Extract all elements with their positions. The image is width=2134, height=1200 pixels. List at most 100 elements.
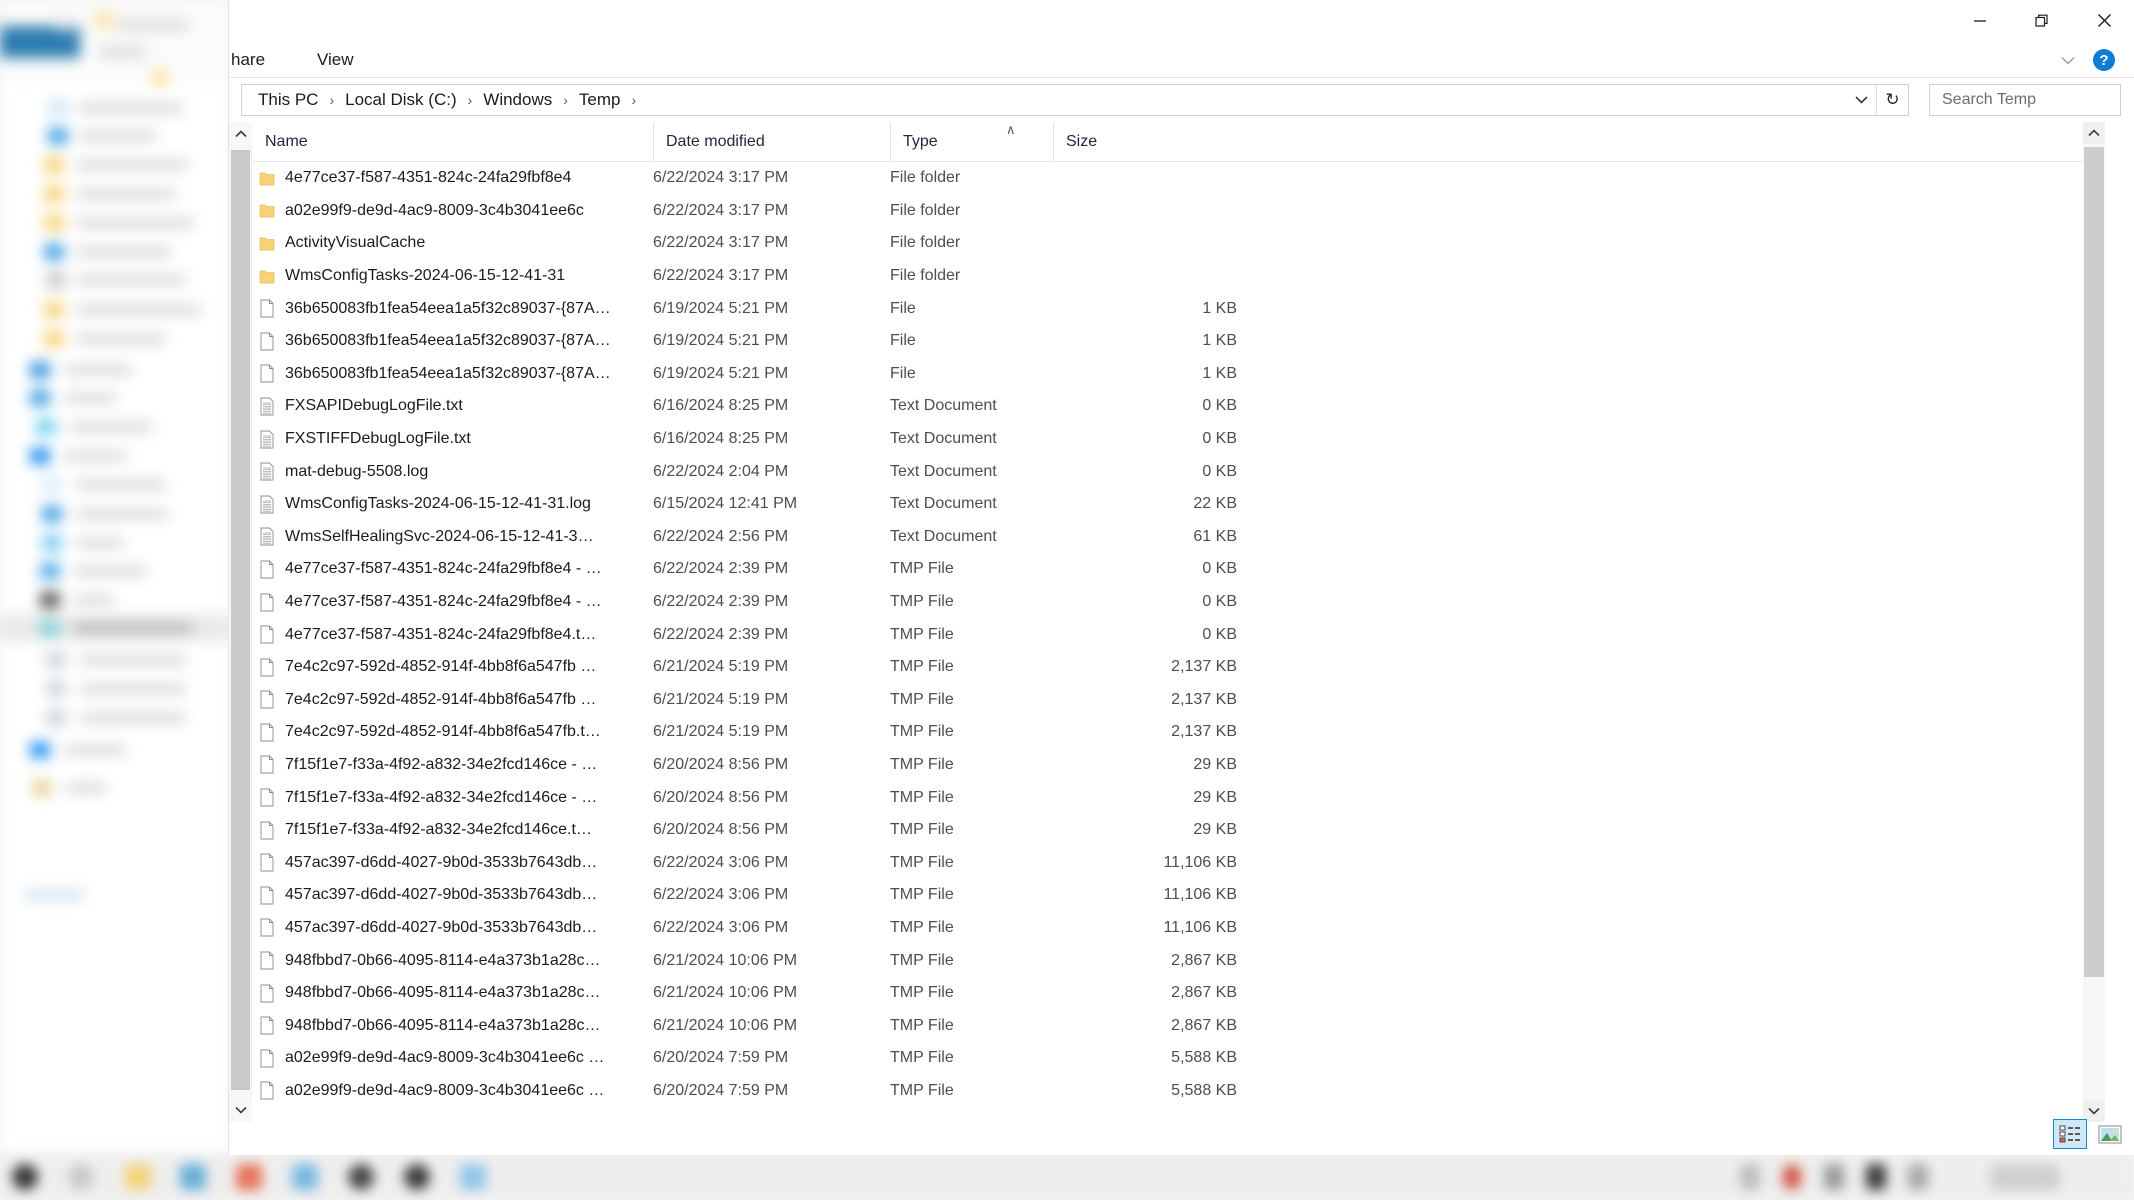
address-bar[interactable]: This PC › Local Disk (C:) › Windows › Temp › ↻ — [241, 84, 1909, 116]
breadcrumb-item-windows[interactable]: Windows — [479, 87, 556, 113]
file-name-cell: 948fbbd7-0b66-4095-8114-e4a373b1a28c… — [253, 1009, 641, 1042]
table-row[interactable]: 7e4c2c97-592d-4852-914f-4bb8f6a547fb.t… 6… — [253, 716, 2105, 749]
taskbar-search-icon — [68, 1164, 94, 1190]
file-size-cell: 1 KB — [1202, 332, 1237, 350]
details-view-button[interactable] — [2053, 1119, 2087, 1149]
ribbon-collapse-button[interactable] — [2057, 50, 2079, 70]
table-row[interactable]: 36b650083fb1fea54eea1a5f32c89037-{87A… 6/… — [253, 325, 2105, 358]
file-size-cell: 29 KB — [1193, 755, 1237, 773]
list-scroll-thumb[interactable] — [2084, 147, 2104, 977]
file-name-text: WmsSelfHealingSvc-2024-06-15-12-41-3… — [285, 527, 594, 545]
file-name-text: FXSAPIDebugLogFile.txt — [285, 397, 463, 415]
search-box[interactable] — [1929, 84, 2134, 116]
navigation-pane-scrollbar[interactable] — [229, 122, 252, 1122]
background-chip — [48, 100, 68, 116]
blank-file-icon — [260, 560, 274, 579]
file-date-cell: 6/21/2024 5:19 PM — [653, 658, 789, 676]
table-row[interactable]: 36b650083fb1fea54eea1a5f32c89037-{87A… 6/… — [253, 358, 2105, 391]
file-explorer-window: hare View ? This PC › Local Disk (C:) › Wind… — [228, 0, 2134, 1155]
table-row[interactable]: a02e99f9-de9d-4ac9-8009-3c4b3041ee6c 6/22… — [253, 195, 2105, 228]
file-name-text: WmsConfigTasks-2024-06-15-12-41-31.log — [285, 495, 591, 513]
file-name-text: 7e4c2c97-592d-4852-914f-4bb8f6a547fb.t… — [285, 723, 601, 741]
breadcrumb-item-this-pc[interactable]: This PC — [254, 87, 322, 113]
table-row[interactable]: WmsConfigTasks-2024-06-15-12-41-31 6/22/2… — [253, 260, 2105, 293]
breadcrumb-separator: › — [329, 92, 335, 108]
table-row[interactable]: WmsSelfHealingSvc-2024-06-15-12-41-3… 6/2… — [253, 521, 2105, 554]
large-icons-view-icon — [2098, 1125, 2122, 1143]
table-row[interactable]: 7f15f1e7-f33a-4f92-a832-34e2fcd146ce - …… — [253, 749, 2105, 782]
file-name-text: 36b650083fb1fea54eea1a5f32c89037-{87A… — [285, 332, 611, 350]
column-header-date-modified[interactable]: Date modified — [653, 122, 890, 162]
table-row[interactable]: 457ac397-d6dd-4027-9b0d-3533b7643db… 6/22… — [253, 846, 2105, 879]
file-name-cell: 948fbbd7-0b66-4095-8114-e4a373b1a28c… — [253, 977, 641, 1010]
table-row[interactable]: WmsConfigTasks-2024-06-15-12-41-31.log 6/… — [253, 488, 2105, 521]
table-row[interactable]: 4e77ce37-f587-4351-824c-24fa29fbf8e4 - …… — [253, 586, 2105, 619]
file-size-cell: 2,867 KB — [1171, 1016, 1237, 1034]
address-bar-row: This PC › Local Disk (C:) › Windows › Temp › ↻ — [229, 78, 2134, 122]
table-row[interactable]: FXSTIFFDebugLogFile.txt 6/16/2024 8:25 PM… — [253, 423, 2105, 456]
column-header-size[interactable]: Size — [1053, 122, 1248, 162]
refresh-button[interactable]: ↻ — [1876, 85, 1908, 115]
file-name-text: mat-debug-5508.log — [285, 462, 429, 480]
file-type-cell: TMP File — [890, 560, 954, 578]
column-headers: Name Date modified Type Size ∧ — [253, 122, 2105, 162]
background-chip — [40, 563, 60, 579]
background-blob — [76, 218, 194, 228]
background-blob — [76, 305, 201, 315]
background-chip — [42, 535, 62, 551]
tab-share[interactable]: hare — [219, 41, 277, 78]
list-scroll-up-button[interactable] — [2083, 122, 2105, 144]
table-row[interactable]: 948fbbd7-0b66-4095-8114-e4a373b1a28c… 6/2… — [253, 977, 2105, 1010]
file-list-scrollbar[interactable] — [2083, 122, 2105, 1122]
table-row[interactable]: 7e4c2c97-592d-4852-914f-4bb8f6a547fb … 6/… — [253, 651, 2105, 684]
table-row[interactable]: 4e77ce37-f587-4351-824c-24fa29fbf8e4 6/22… — [253, 162, 2105, 195]
taskbar-explorer-icon — [125, 1164, 151, 1190]
table-row[interactable]: 4e77ce37-f587-4351-824c-24fa29fbf8e4.t… 6… — [253, 618, 2105, 651]
background-blob — [76, 509, 168, 519]
table-row[interactable]: 4e77ce37-f587-4351-824c-24fa29fbf8e4 - …… — [253, 553, 2105, 586]
column-header-type[interactable]: Type — [890, 122, 1053, 162]
navpane-scroll-thumb[interactable] — [231, 150, 250, 1090]
table-row[interactable]: 7f15f1e7-f33a-4f92-a832-34e2fcd146ce.t… 6… — [253, 814, 2105, 847]
details-view-icon — [2059, 1125, 2080, 1143]
breadcrumb-item-local-disk-c[interactable]: Local Disk (C:) — [341, 87, 460, 113]
file-size-cell: 11,106 KB — [1163, 886, 1237, 904]
background-blob — [100, 47, 146, 57]
table-row[interactable]: 948fbbd7-0b66-4095-8114-e4a373b1a28c… 6/2… — [253, 944, 2105, 977]
tab-view[interactable]: View — [305, 41, 366, 78]
table-row[interactable]: 7e4c2c97-592d-4852-914f-4bb8f6a547fb … 6/… — [253, 684, 2105, 717]
restore-button[interactable] — [2011, 0, 2073, 41]
table-row[interactable]: 36b650083fb1fea54eea1a5f32c89037-{87A… 6/… — [253, 292, 2105, 325]
close-icon — [2097, 14, 2111, 27]
table-row[interactable]: 7f15f1e7-f33a-4f92-a832-34e2fcd146ce - …… — [253, 781, 2105, 814]
table-row[interactable]: mat-debug-5508.log 6/22/2024 2:04 PM Text … — [253, 455, 2105, 488]
large-icons-view-button[interactable] — [2093, 1119, 2127, 1149]
column-header-name[interactable]: Name — [253, 122, 653, 162]
file-type-cell: TMP File — [890, 690, 954, 708]
table-row[interactable]: 948fbbd7-0b66-4095-8114-e4a373b1a28c… 6/2… — [253, 1009, 2105, 1042]
file-date-cell: 6/21/2024 5:19 PM — [653, 690, 789, 708]
close-button[interactable] — [2073, 0, 2134, 41]
file-name-cell: 7e4c2c97-592d-4852-914f-4bb8f6a547fb … — [253, 651, 641, 684]
table-row[interactable]: ActivityVisualCache 6/22/2024 3:17 PM File… — [253, 227, 2105, 260]
navpane-scroll-up-button[interactable] — [229, 122, 252, 146]
file-name-cell: WmsConfigTasks-2024-06-15-12-41-31 — [253, 260, 641, 293]
table-row[interactable]: a02e99f9-de9d-4ac9-8009-3c4b3041ee6c … 6/… — [253, 1042, 2105, 1075]
help-button[interactable]: ? — [2093, 49, 2115, 71]
table-row[interactable]: 457ac397-d6dd-4027-9b0d-3533b7643db… 6/22… — [253, 912, 2105, 945]
minimize-button[interactable] — [1949, 0, 2011, 41]
file-type-cell: TMP File — [890, 593, 954, 611]
table-row[interactable]: a02e99f9-de9d-4ac9-8009-3c4b3041ee6c … 6/… — [253, 1075, 2105, 1108]
table-row[interactable]: 457ac397-d6dd-4027-9b0d-3533b7643db… 6/22… — [253, 879, 2105, 912]
blank-file-icon — [260, 821, 274, 840]
breadcrumb-item-temp[interactable]: Temp — [575, 87, 625, 113]
file-size-cell: 22 KB — [1193, 495, 1237, 513]
file-type-cell: File folder — [890, 201, 961, 219]
file-name-cell: 457ac397-d6dd-4027-9b0d-3533b7643db… — [253, 846, 641, 879]
file-type-cell: TMP File — [890, 821, 954, 839]
address-dropdown-button[interactable] — [1846, 85, 1876, 115]
navpane-scroll-down-button[interactable] — [229, 1098, 252, 1122]
file-name-text: 457ac397-d6dd-4027-9b0d-3533b7643db… — [285, 886, 598, 904]
table-row[interactable]: FXSAPIDebugLogFile.txt 6/16/2024 8:25 PM T… — [253, 390, 2105, 423]
search-input[interactable] — [1942, 91, 2134, 109]
